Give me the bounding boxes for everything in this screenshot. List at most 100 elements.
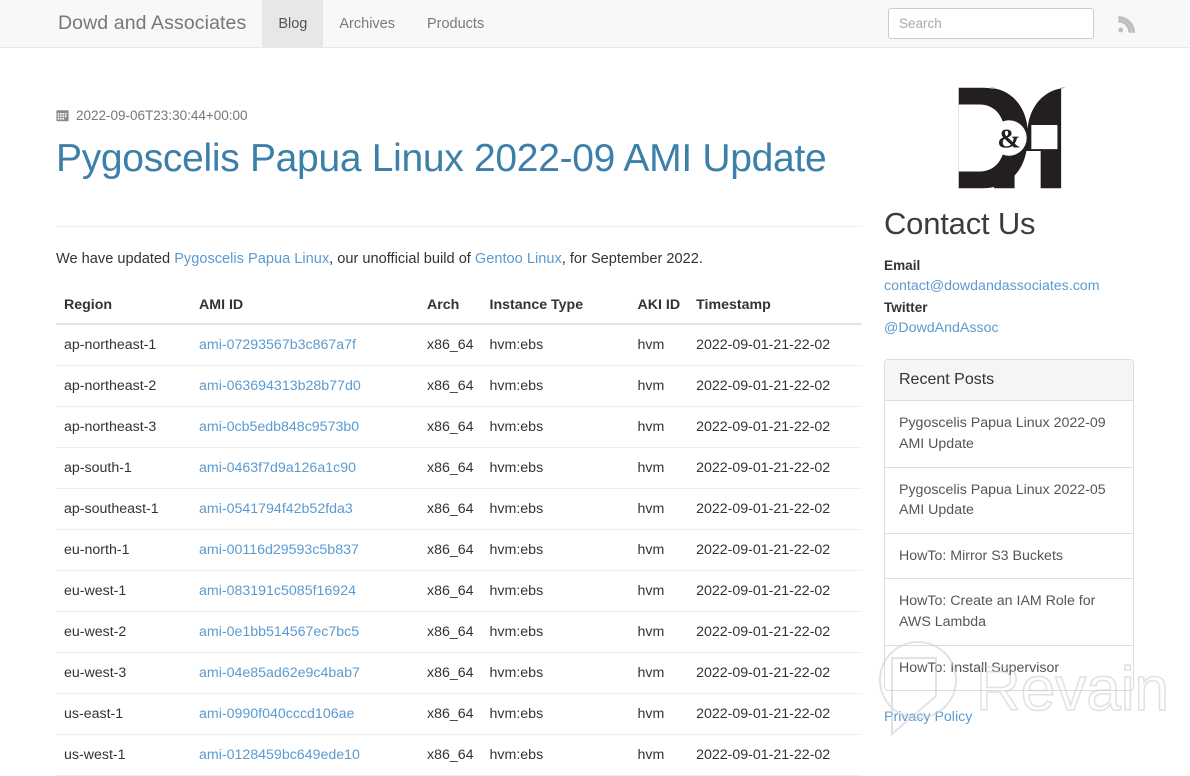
cell-aki-id: hvm bbox=[629, 611, 689, 653]
ami-id-link[interactable]: ami-0463f7d9a126a1c90 bbox=[199, 460, 356, 476]
header-arch: Arch bbox=[419, 290, 482, 325]
nav-item-products[interactable]: Products bbox=[411, 0, 500, 47]
cell-region: eu-west-2 bbox=[56, 611, 191, 653]
cell-ami-id: ami-04e85ad62e9c4bab7 bbox=[191, 652, 419, 694]
recent-posts-panel: Recent Posts Pygoscelis Papua Linux 2022… bbox=[884, 359, 1134, 692]
header-aki-id: AKI ID bbox=[629, 290, 689, 325]
cell-arch: x86_64 bbox=[419, 693, 482, 735]
navbar-right bbox=[888, 0, 1190, 47]
ami-id-link[interactable]: ami-0e1bb514567ec7bc5 bbox=[199, 624, 359, 640]
ami-id-link[interactable]: ami-0cb5edb848c9573b0 bbox=[199, 419, 359, 435]
cell-ami-id: ami-0990f040cccd106ae bbox=[191, 693, 419, 735]
gentoo-link[interactable]: Gentoo Linux bbox=[475, 251, 562, 267]
cell-ami-id: ami-0128459bc649ede10 bbox=[191, 734, 419, 776]
intro-text-2: , our unofficial build of bbox=[329, 250, 475, 267]
header-region: Region bbox=[56, 290, 191, 325]
table-row: eu-west-2 ami-0e1bb514567ec7bc5 x86_64 hvm:… bbox=[56, 611, 862, 653]
cell-instance-type: hvm:ebs bbox=[481, 529, 630, 571]
ami-id-link[interactable]: ami-063694313b28b77d0 bbox=[199, 378, 361, 394]
page-title: Pygoscelis Papua Linux 2022-09 AMI Updat… bbox=[56, 137, 827, 180]
cell-ami-id: ami-083191c5085f16924 bbox=[191, 570, 419, 612]
cell-aki-id: hvm bbox=[629, 652, 689, 694]
post-date: 2022-09-06T23:30:44+00:00 bbox=[56, 108, 862, 123]
cell-timestamp: 2022-09-01-21-22-02 bbox=[688, 365, 862, 407]
cell-arch: x86_64 bbox=[419, 570, 482, 612]
ami-id-link[interactable]: ami-07293567b3c867a7f bbox=[199, 337, 356, 353]
email-link[interactable]: contact@dowdandassociates.com bbox=[884, 276, 1134, 297]
cell-arch: x86_64 bbox=[419, 323, 482, 366]
cell-region: ap-south-1 bbox=[56, 447, 191, 489]
dowd-and-associates-logo-icon: & bbox=[958, 87, 1065, 189]
twitter-link[interactable]: @DowdAndAssoc bbox=[884, 318, 1134, 339]
cell-ami-id: ami-0541794f42b52fda3 bbox=[191, 488, 419, 530]
table-row: eu-west-1 ami-083191c5085f16924 x86_64 hvm:… bbox=[56, 570, 862, 612]
ami-id-link[interactable]: ami-00116d29593c5b837 bbox=[199, 542, 359, 558]
top-navbar: Dowd and Associates Blog Archives Produc… bbox=[0, 0, 1190, 48]
cell-aki-id: hvm bbox=[629, 323, 689, 366]
cell-instance-type: hvm:ebs bbox=[481, 323, 630, 366]
cell-arch: x86_64 bbox=[419, 611, 482, 653]
recent-post-item[interactable]: Pygoscelis Papua Linux 2022-09 AMI Updat… bbox=[885, 401, 1133, 468]
cell-aki-id: hvm bbox=[629, 734, 689, 776]
cell-arch: x86_64 bbox=[419, 529, 482, 571]
ami-table-body: ap-northeast-1 ami-07293567b3c867a7f x86_6… bbox=[56, 323, 862, 776]
cell-region: ap-southeast-1 bbox=[56, 488, 191, 530]
table-row: us-east-1 ami-0990f040cccd106ae x86_64 hvm:… bbox=[56, 693, 862, 735]
table-row: ap-south-1 ami-0463f7d9a126a1c90 x86_64 hvm… bbox=[56, 447, 862, 489]
cell-timestamp: 2022-09-01-21-22-02 bbox=[688, 488, 862, 530]
ami-table: Region AMI ID Arch Instance Type AKI ID … bbox=[56, 290, 862, 776]
cell-arch: x86_64 bbox=[419, 447, 482, 489]
ami-id-link[interactable]: ami-0128459bc649ede10 bbox=[199, 747, 360, 763]
cell-timestamp: 2022-09-01-21-22-02 bbox=[688, 611, 862, 653]
cell-instance-type: hvm:ebs bbox=[481, 652, 630, 694]
cell-region: ap-northeast-2 bbox=[56, 365, 191, 407]
cell-aki-id: hvm bbox=[629, 447, 689, 489]
search-input[interactable] bbox=[888, 8, 1094, 39]
table-row: eu-west-3 ami-04e85ad62e9c4bab7 x86_64 hvm:… bbox=[56, 652, 862, 694]
cell-aki-id: hvm bbox=[629, 570, 689, 612]
recent-post-item[interactable]: Pygoscelis Papua Linux 2022-05 AMI Updat… bbox=[885, 468, 1133, 534]
cell-ami-id: ami-063694313b28b77d0 bbox=[191, 365, 419, 407]
ami-id-link[interactable]: ami-0541794f42b52fda3 bbox=[199, 501, 353, 517]
intro-text-1: We have updated bbox=[56, 250, 175, 267]
cell-region: us-west-1 bbox=[56, 734, 191, 776]
cell-timestamp: 2022-09-01-21-22-02 bbox=[688, 570, 862, 612]
privacy-policy-link[interactable]: Privacy Policy bbox=[884, 709, 1134, 725]
nav-item-blog[interactable]: Blog bbox=[262, 0, 324, 47]
cell-aki-id: hvm bbox=[629, 365, 689, 407]
table-row: ap-northeast-3 ami-0cb5edb848c9573b0 x86_6… bbox=[56, 406, 862, 448]
table-row: ap-northeast-1 ami-07293567b3c867a7f x86_6… bbox=[56, 323, 862, 366]
table-row: ap-southeast-1 ami-0541794f42b52fda3 x86_6… bbox=[56, 488, 862, 530]
recent-posts-title: Recent Posts bbox=[885, 360, 1133, 402]
brand-link[interactable]: Dowd and Associates bbox=[0, 0, 262, 47]
email-label: Email bbox=[884, 258, 921, 273]
rss-feed-link[interactable] bbox=[1116, 13, 1138, 35]
cell-instance-type: hvm:ebs bbox=[481, 570, 630, 612]
pygoscelis-link[interactable]: Pygoscelis Papua Linux bbox=[174, 251, 329, 267]
header-instance-type: Instance Type bbox=[481, 290, 630, 325]
cell-timestamp: 2022-09-01-21-22-02 bbox=[688, 447, 862, 489]
cell-instance-type: hvm:ebs bbox=[481, 447, 630, 489]
cell-instance-type: hvm:ebs bbox=[481, 406, 630, 448]
post-intro: We have updated Pygoscelis Papua Linux, … bbox=[56, 225, 862, 271]
ami-id-link[interactable]: ami-04e85ad62e9c4bab7 bbox=[199, 665, 360, 681]
cell-timestamp: 2022-09-01-21-22-02 bbox=[688, 323, 862, 366]
cell-instance-type: hvm:ebs bbox=[481, 693, 630, 735]
cell-instance-type: hvm:ebs bbox=[481, 365, 630, 407]
sidebar: & Contact Us Email contact@dowdandassoci… bbox=[862, 48, 1190, 753]
calendar-icon bbox=[56, 110, 69, 122]
recent-post-item[interactable]: HowTo: Install Supervisor bbox=[885, 646, 1133, 691]
main-content: 2022-09-06T23:30:44+00:00 Pygoscelis Pap… bbox=[0, 48, 862, 776]
nav-item-archives[interactable]: Archives bbox=[323, 0, 411, 47]
intro-text-3: , for September 2022. bbox=[561, 250, 703, 267]
logo-container: & bbox=[884, 84, 1134, 192]
recent-post-item[interactable]: HowTo: Create an IAM Role for AWS Lambda bbox=[885, 579, 1133, 646]
cell-timestamp: 2022-09-01-21-22-02 bbox=[688, 406, 862, 448]
ami-id-link[interactable]: ami-0990f040cccd106ae bbox=[199, 706, 354, 722]
ami-id-link[interactable]: ami-083191c5085f16924 bbox=[199, 583, 356, 599]
contact-us-heading: Contact Us bbox=[884, 206, 1036, 241]
recent-post-item[interactable]: HowTo: Mirror S3 Buckets bbox=[885, 534, 1133, 580]
cell-aki-id: hvm bbox=[629, 529, 689, 571]
svg-text:&: & bbox=[997, 123, 1020, 154]
cell-region: eu-north-1 bbox=[56, 529, 191, 571]
